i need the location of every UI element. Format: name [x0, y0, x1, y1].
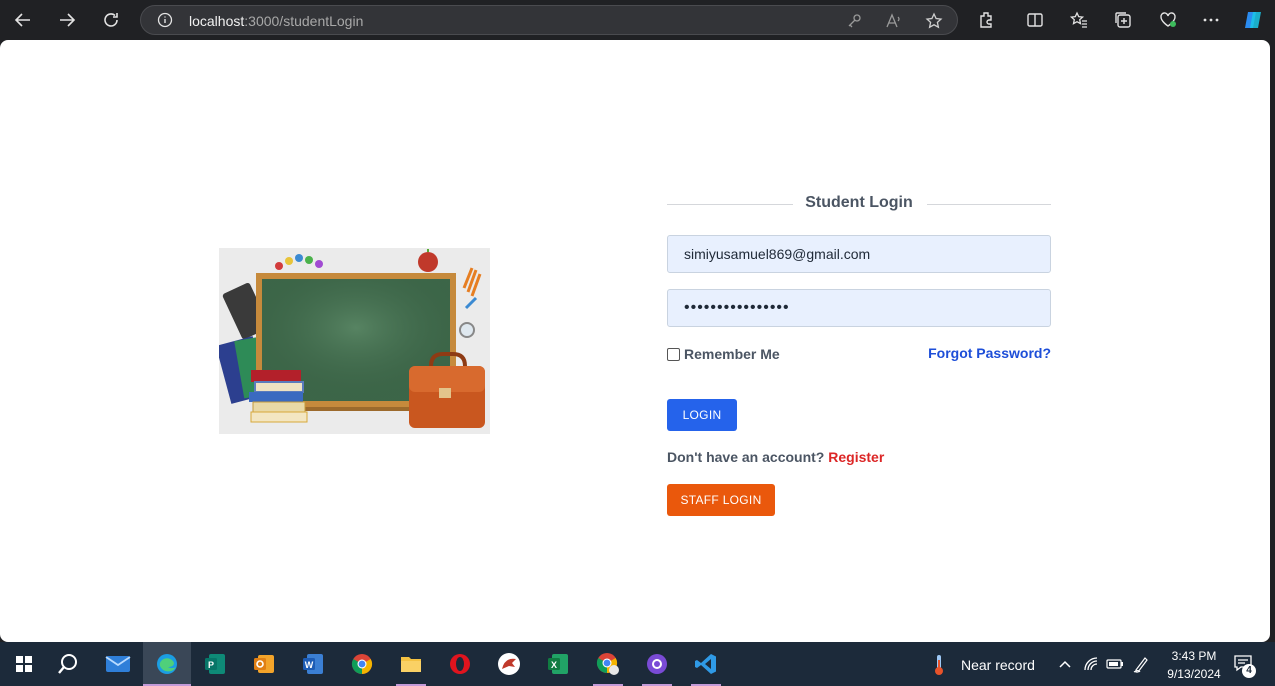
- search-icon: [58, 654, 77, 674]
- staff-login-button[interactable]: STAFF LOGIN: [667, 484, 775, 516]
- key-icon[interactable]: [845, 12, 863, 30]
- vscode-icon: [695, 654, 716, 674]
- taskbar-word[interactable]: W: [289, 642, 337, 686]
- taskbar-publisher[interactable]: P: [191, 642, 239, 686]
- taskbar-excel[interactable]: X: [534, 642, 582, 686]
- copilot-icon[interactable]: [1242, 9, 1264, 31]
- info-icon[interactable]: [157, 12, 173, 28]
- chrome-icon: [351, 654, 373, 675]
- address-bar[interactable]: localhost:3000/studentLogin: [140, 5, 958, 35]
- remember-me[interactable]: Remember Me: [667, 346, 780, 362]
- favorite-star-icon[interactable]: [925, 12, 943, 30]
- form-header: Student Login: [667, 190, 1051, 218]
- refresh-button[interactable]: [97, 6, 125, 34]
- taskbar-search[interactable]: [44, 642, 92, 686]
- forgot-password-link[interactable]: Forgot Password?: [928, 345, 1051, 361]
- lion-app-icon: [498, 653, 520, 675]
- remember-me-label[interactable]: Remember Me: [684, 346, 780, 362]
- file-explorer-icon: [401, 657, 421, 672]
- taskbar-file-explorer[interactable]: [387, 642, 435, 686]
- url-text[interactable]: localhost:3000/studentLogin: [189, 13, 363, 29]
- notification-center[interactable]: 4: [1233, 654, 1257, 678]
- student-login-form: Student Login simiyusamuel869@gmail.com …: [667, 190, 1051, 516]
- windows-start-icon: [16, 656, 32, 672]
- split-screen-icon[interactable]: [1025, 10, 1045, 30]
- chalkboard-image: [215, 248, 490, 434]
- outlook-icon: [254, 655, 274, 673]
- remember-me-checkbox[interactable]: [667, 347, 680, 361]
- publisher-icon: P: [205, 654, 225, 674]
- wifi-icon[interactable]: [1083, 656, 1099, 672]
- chrome-profile-icon: [596, 653, 619, 675]
- forward-button[interactable]: [53, 6, 81, 34]
- title-divider-right: [927, 204, 1051, 205]
- clock-time[interactable]: 3:43 PM: [1164, 649, 1224, 663]
- notification-badge: 4: [1242, 664, 1256, 678]
- taskbar-edge[interactable]: [143, 642, 191, 686]
- extensions-icon[interactable]: [976, 10, 996, 30]
- windows-taskbar: P W X Near record 3:43 PM 9/13/2024 4: [0, 642, 1275, 686]
- register-prompt: Don't have an account? Register: [667, 449, 884, 465]
- read-aloud-icon[interactable]: [885, 12, 903, 30]
- svg-text:P: P: [208, 660, 214, 670]
- more-options-icon[interactable]: [1201, 10, 1221, 30]
- clock-date[interactable]: 9/13/2024: [1160, 667, 1228, 681]
- weather-label[interactable]: Near record: [961, 657, 1035, 673]
- classroom-illustration: [215, 248, 490, 434]
- login-button[interactable]: LOGIN: [667, 399, 737, 431]
- password-input[interactable]: ••••••••••••••••: [667, 289, 1051, 327]
- opera-icon: [450, 654, 470, 674]
- taskbar-vscode[interactable]: [682, 642, 730, 686]
- svg-text:W: W: [305, 660, 314, 670]
- favorites-icon[interactable]: [1069, 10, 1089, 30]
- edge-icon: [157, 654, 177, 674]
- forward-arrow-icon: [60, 13, 76, 27]
- taskbar-github[interactable]: [633, 642, 681, 686]
- weather-thermometer-icon[interactable]: [932, 654, 946, 676]
- word-icon: W: [303, 654, 323, 674]
- excel-icon: X: [548, 654, 568, 674]
- taskbar-lion-app[interactable]: [485, 642, 533, 686]
- register-prompt-text: Don't have an account?: [667, 449, 825, 465]
- taskbar-chrome-profile[interactable]: [584, 642, 632, 686]
- refresh-icon: [104, 13, 118, 27]
- taskbar-mail[interactable]: [94, 642, 142, 686]
- taskbar-outlook[interactable]: [240, 642, 288, 686]
- chevron-up-icon[interactable]: [1058, 658, 1072, 670]
- mail-icon: [105, 656, 131, 672]
- start-button[interactable]: [0, 642, 48, 686]
- collections-icon[interactable]: [1113, 10, 1133, 30]
- browser-essentials-icon[interactable]: [1158, 10, 1178, 30]
- browser-toolbar: localhost:3000/studentLogin: [0, 0, 1275, 40]
- email-input[interactable]: simiyusamuel869@gmail.com: [667, 235, 1051, 273]
- page-content: Student Login simiyusamuel869@gmail.com …: [0, 40, 1270, 642]
- svg-text:X: X: [551, 660, 557, 670]
- taskbar-opera[interactable]: [436, 642, 484, 686]
- form-title: Student Login: [805, 194, 913, 211]
- back-arrow-icon: [14, 13, 30, 27]
- github-icon: [647, 654, 667, 674]
- taskbar-chrome[interactable]: [338, 642, 386, 686]
- register-link[interactable]: Register: [828, 449, 884, 465]
- back-button[interactable]: [9, 6, 37, 34]
- pen-icon[interactable]: [1133, 655, 1149, 673]
- battery-icon[interactable]: [1106, 656, 1124, 672]
